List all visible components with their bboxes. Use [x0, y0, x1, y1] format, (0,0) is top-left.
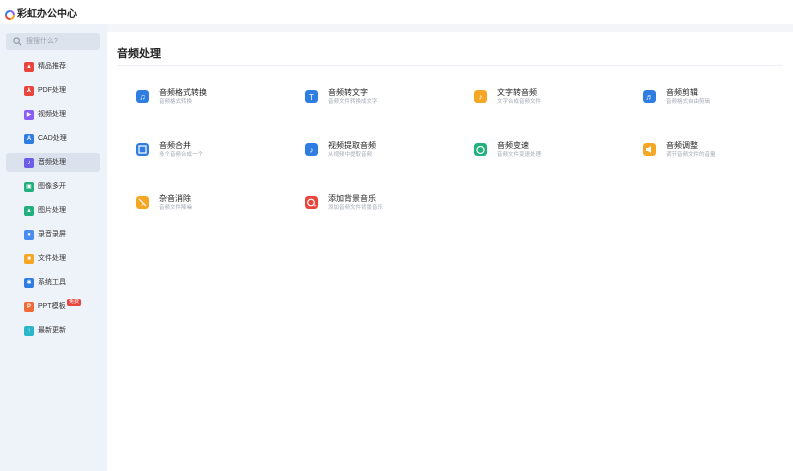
tool-desc: 音频文件变速处理	[497, 152, 542, 158]
tool-noise-remove[interactable]: ♪ 杂音消除 音频文件降噪	[136, 194, 286, 218]
sidebar-item-label: 音频处理	[38, 159, 66, 166]
video-icon: ▶	[24, 110, 34, 120]
app-title: 彩虹办公中心	[17, 9, 77, 20]
tool-add-bgm[interactable]: + 添加背景音乐 添加音频文件背景音乐	[305, 194, 455, 218]
search-input[interactable]: 搜搜什么?	[6, 33, 100, 50]
tool-audio-volume[interactable]: 音频调整 调节音频文件的音量	[643, 141, 793, 165]
tool-title: 文字转音频	[497, 88, 537, 97]
tool-title: 添加背景音乐	[328, 194, 376, 203]
sidebar-item-label: PPT模板	[38, 303, 66, 310]
tool-title: 音频剪辑	[666, 88, 698, 97]
tool-title: 音频转文字	[328, 88, 368, 97]
svg-text:+: +	[314, 204, 317, 210]
sidebar-item-label: 系统工具	[38, 279, 66, 286]
sidebar: 搜搜什么? ▲ 精品推荐 ⅄ PDF处理 ▶ 视频处理 A CAD处理 ♪ 音频…	[0, 24, 107, 471]
tool-title: 音频调整	[666, 141, 698, 150]
sidebar-item-recording[interactable]: ● 录音录屏	[6, 225, 100, 244]
folder-icon: ■	[24, 254, 34, 264]
svg-text:♪: ♪	[310, 146, 314, 155]
pdf-icon: ⅄	[24, 86, 34, 96]
tool-audio-speed[interactable]: 音频变速 音频文件变速处理	[474, 141, 624, 165]
tool-desc: 音频格式自由剪辑	[666, 99, 711, 105]
tool-desc: 从视频中提取音频	[328, 152, 373, 158]
svg-text:♪: ♪	[141, 201, 145, 208]
sidebar-item-ppt[interactable]: P PPT模板 免费	[6, 297, 100, 316]
page-title: 音频处理	[117, 48, 161, 60]
rainbow-logo-icon	[5, 10, 15, 20]
tool-audio-cut[interactable]: ♬ 音频剪辑 音频格式自由剪辑	[643, 88, 793, 112]
tool-text-to-audio[interactable]: ♪ 文字转音频 文字合成音频文件	[474, 88, 624, 112]
tool-desc: 文字合成音频文件	[497, 99, 542, 105]
sidebar-item-recommend[interactable]: ▲ 精品推荐	[6, 57, 100, 76]
audio-convert-icon: ♫	[136, 90, 149, 103]
tool-audio-merge[interactable]: 音频合并 多个音频合成一个	[136, 141, 286, 165]
image-icon: ▲	[24, 206, 34, 216]
tool-desc: 音频文件降噪	[159, 205, 193, 211]
noise-remove-icon: ♪	[136, 196, 149, 209]
ppt-icon: P	[24, 302, 34, 312]
tool-desc: 音频格式转换	[159, 99, 193, 105]
text-to-audio-icon: ♪	[474, 90, 487, 103]
tool-desc: 调节音频文件的音量	[666, 152, 716, 158]
tool-video-extract-audio[interactable]: ♪ 视频提取音频 从视频中提取音频	[305, 141, 455, 165]
audio-speed-icon	[474, 143, 487, 156]
audio-to-text-icon: T	[305, 90, 318, 103]
video-extract-audio-icon: ♪	[305, 143, 318, 156]
sidebar-item-video[interactable]: ▶ 视频处理	[6, 105, 100, 124]
main-top-strip	[107, 24, 793, 32]
sidebar-item-audio[interactable]: ♪ 音频处理	[6, 153, 100, 172]
sidebar-item-multi-open[interactable]: ▣ 图像多开	[6, 177, 100, 196]
sidebar-item-system-tools[interactable]: ✱ 系统工具	[6, 273, 100, 292]
sidebar-item-label: 最新更新	[38, 327, 66, 334]
cad-icon: A	[24, 134, 34, 144]
sidebar-item-label: 图像多开	[38, 183, 66, 190]
audio-merge-icon	[136, 143, 149, 156]
update-icon: ↑	[24, 326, 34, 336]
tool-title: 视频提取音频	[328, 141, 376, 150]
sidebar-item-cad[interactable]: A CAD处理	[6, 129, 100, 148]
search-placeholder: 搜搜什么?	[26, 38, 58, 45]
microphone-icon: ●	[24, 230, 34, 240]
sidebar-item-pdf[interactable]: ⅄ PDF处理	[6, 81, 100, 100]
tool-title: 音频合并	[159, 141, 191, 150]
sidebar-item-label: 精品推荐	[38, 63, 66, 70]
sidebar-item-label: 文件处理	[38, 255, 66, 262]
tool-desc: 多个音频合成一个	[159, 152, 204, 158]
tool-title: 杂音消除	[159, 194, 191, 203]
sidebar-item-updates[interactable]: ↑ 最新更新	[6, 321, 100, 340]
sidebar-item-label: 视频处理	[38, 111, 66, 118]
svg-text:♬: ♬	[646, 93, 654, 102]
tool-audio-to-text[interactable]: T 音频转文字 音频文件转换成文字	[305, 88, 455, 112]
sidebar-item-label: 图片处理	[38, 207, 66, 214]
audio-cut-icon: ♬	[643, 90, 656, 103]
sidebar-item-label: PDF处理	[38, 87, 66, 94]
recommend-icon: ▲	[24, 62, 34, 72]
audio-icon: ♪	[24, 158, 34, 168]
gear-icon: ✱	[24, 278, 34, 288]
free-badge: 免费	[67, 299, 82, 306]
sidebar-item-label: CAD处理	[38, 135, 67, 142]
tool-title: 音频格式转换	[159, 88, 207, 97]
tool-desc: 音频文件转换成文字	[328, 99, 378, 105]
multi-open-icon: ▣	[24, 182, 34, 192]
svg-text:♫: ♫	[140, 93, 146, 102]
sidebar-item-label: 录音录屏	[38, 231, 66, 238]
sidebar-item-image[interactable]: ▲ 图片处理	[6, 201, 100, 220]
add-bgm-icon: +	[305, 196, 318, 209]
svg-text:♪: ♪	[479, 93, 483, 102]
divider	[117, 65, 783, 66]
svg-text:T: T	[309, 93, 314, 102]
tool-desc: 添加音频文件背景音乐	[328, 205, 384, 211]
search-icon	[13, 37, 22, 46]
tool-title: 音频变速	[497, 141, 529, 150]
volume-icon	[643, 143, 656, 156]
tool-audio-format-convert[interactable]: ♫ 音频格式转换 音频格式转换	[136, 88, 286, 112]
sidebar-item-file[interactable]: ■ 文件处理	[6, 249, 100, 268]
